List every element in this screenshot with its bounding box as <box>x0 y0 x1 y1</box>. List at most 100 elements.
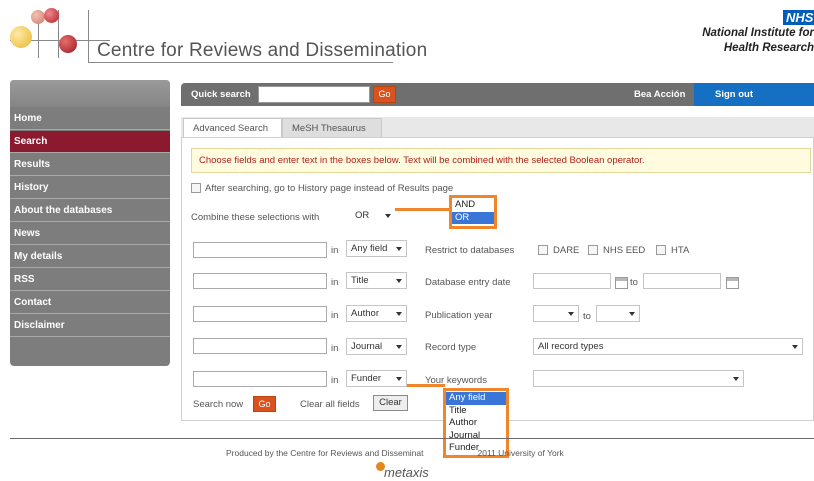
sidebar-item-about-databases[interactable]: About the databases <box>10 200 170 222</box>
database-checkbox-hta[interactable] <box>656 245 666 255</box>
sidebar-item-rss[interactable]: RSS <box>10 269 170 291</box>
combine-operator-value: OR <box>355 210 370 221</box>
in-label: in <box>331 343 339 354</box>
field-option-any-field[interactable]: Any field <box>446 392 506 405</box>
field-select-4[interactable]: Journal <box>346 338 407 355</box>
callout-connector <box>395 208 449 211</box>
field-option-author[interactable]: Author <box>446 417 506 430</box>
sidebar-item-news[interactable]: News <box>10 223 170 245</box>
field-select-value: Funder <box>351 373 382 384</box>
database-checkbox-dare[interactable] <box>538 245 548 255</box>
publication-year-label: Publication year <box>425 310 493 321</box>
chevron-down-icon <box>396 247 402 251</box>
search-term-input-1[interactable] <box>193 242 327 258</box>
chevron-down-icon <box>396 345 402 349</box>
chevron-down-icon <box>396 279 402 283</box>
metaxis-logo-text[interactable]: metaxis <box>384 465 429 480</box>
sidebar-item-home[interactable]: Home <box>10 108 170 130</box>
sign-out-link[interactable]: Sign out <box>694 83 814 106</box>
logo-circle-red <box>59 35 77 53</box>
sidebar-item-my-details[interactable]: My details <box>10 246 170 268</box>
clear-button[interactable]: Clear <box>373 395 408 411</box>
combine-operator-select[interactable]: OR <box>351 208 395 225</box>
search-term-input-2[interactable] <box>193 273 327 289</box>
field-select-3[interactable]: Author <box>346 305 407 322</box>
tab-advanced-search[interactable]: Advanced Search <box>183 118 282 138</box>
database-label-dare: DARE <box>553 245 580 256</box>
sidebar-item-results[interactable]: Results <box>10 154 170 176</box>
in-label: in <box>331 375 339 386</box>
footer-divider <box>10 438 814 439</box>
chevron-down-icon <box>629 312 635 316</box>
field-select-2[interactable]: Title <box>346 272 407 289</box>
footer-credit: Produced by the Centre for Reviews and D… <box>226 448 564 458</box>
quick-search-bar: Quick search Go Bea Acción Sign out <box>181 83 814 106</box>
logo-circle-pink <box>31 10 45 24</box>
field-select-value: Title <box>351 275 369 286</box>
field-option-title[interactable]: Title <box>446 405 506 418</box>
entry-date-to-label: to <box>630 277 638 288</box>
field-option-journal[interactable]: Journal <box>446 430 506 443</box>
database-label-hta: HTA <box>671 245 690 256</box>
field-select-value: Any field <box>351 243 388 254</box>
nhs-institute-line: National Institute for <box>702 27 814 39</box>
record-type-select[interactable]: All record types <box>533 338 803 355</box>
logo-line <box>88 10 89 62</box>
history-checkbox[interactable] <box>191 183 201 193</box>
sidebar-header <box>10 80 170 107</box>
quick-search-input[interactable] <box>258 86 370 103</box>
clear-all-label: Clear all fields <box>300 399 360 410</box>
search-now-go-button[interactable]: Go <box>253 396 276 412</box>
entry-date-label: Database entry date <box>425 277 511 288</box>
nhs-badge: NHS <box>783 10 814 25</box>
field-select-value: Author <box>351 308 379 319</box>
search-term-input-4[interactable] <box>193 338 327 354</box>
in-label: in <box>331 310 339 321</box>
footer-credit-end: 2011 University of York <box>477 448 564 458</box>
combine-option-and[interactable]: AND <box>452 199 494 212</box>
combine-label: Combine these selections with <box>191 212 320 223</box>
quick-search-label: Quick search <box>191 89 251 100</box>
combine-option-or[interactable]: OR <box>452 211 494 224</box>
site-title: Centre for Reviews and Dissemination <box>97 40 428 61</box>
footer-credit-start: Produced by the Centre for Reviews and D… <box>226 448 424 458</box>
chevron-down-icon <box>396 312 402 316</box>
chevron-down-icon <box>385 214 391 218</box>
nhs-research-line: Health Research <box>723 42 814 54</box>
entry-date-from-input[interactable] <box>533 273 611 289</box>
tab-mesh-thesaurus[interactable]: MeSH Thesaurus <box>282 118 382 138</box>
field-select-1[interactable]: Any field <box>346 240 407 257</box>
entry-date-to-input[interactable] <box>643 273 721 289</box>
calendar-icon[interactable] <box>615 277 628 289</box>
sidebar-item-search[interactable]: Search <box>10 131 170 153</box>
restrict-databases-label: Restrict to databases <box>425 245 515 256</box>
chevron-down-icon <box>568 312 574 316</box>
publication-year-from-select[interactable] <box>533 305 579 322</box>
field-select-value: Journal <box>351 341 383 352</box>
logo-circle-red <box>44 8 59 23</box>
chevron-down-icon <box>396 377 402 381</box>
search-term-input-5[interactable] <box>193 371 327 387</box>
in-label: in <box>331 245 339 256</box>
calendar-icon[interactable] <box>726 277 739 289</box>
sidebar-nav: Home Search Results History About the da… <box>10 80 170 366</box>
publication-year-to-label: to <box>583 311 591 322</box>
history-checkbox-label: After searching, go to History page inst… <box>205 183 454 194</box>
database-checkbox-nhs-eed[interactable] <box>588 245 598 255</box>
record-type-value: All record types <box>538 341 604 352</box>
sidebar-item-disclaimer[interactable]: Disclaimer <box>10 315 170 337</box>
sidebar-item-contact[interactable]: Contact <box>10 292 170 314</box>
combine-operator-dropdown: AND OR <box>449 195 497 229</box>
field-select-5[interactable]: Funder <box>346 370 407 387</box>
in-label: in <box>331 277 339 288</box>
chevron-down-icon <box>792 345 798 349</box>
quick-search-go-button[interactable]: Go <box>373 86 396 103</box>
chevron-down-icon <box>733 377 739 381</box>
record-type-label: Record type <box>425 342 477 353</box>
search-now-label: Search now <box>193 399 244 410</box>
sidebar-item-history[interactable]: History <box>10 177 170 199</box>
publication-year-to-select[interactable] <box>596 305 640 322</box>
instructions-notice: Choose fields and enter text in the boxe… <box>191 148 811 173</box>
search-term-input-3[interactable] <box>193 306 327 322</box>
keywords-select[interactable] <box>533 370 744 387</box>
